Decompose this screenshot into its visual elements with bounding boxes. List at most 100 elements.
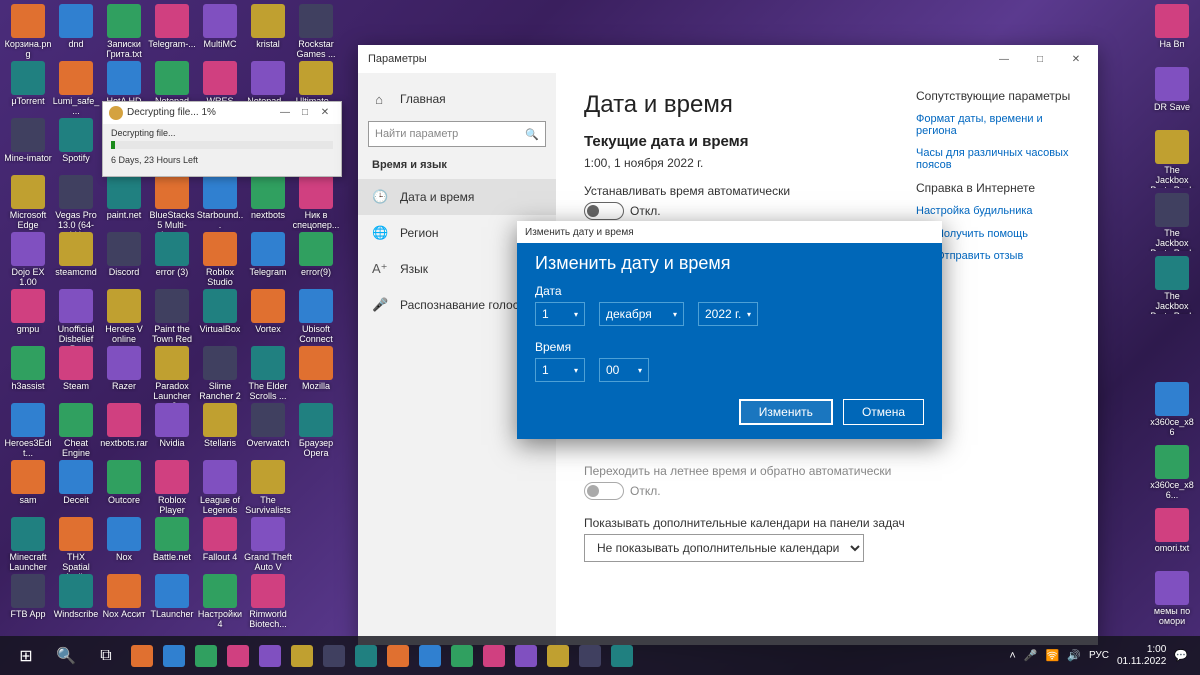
search-button[interactable]: 🔍: [46, 636, 86, 675]
maximize-button[interactable]: □: [295, 102, 315, 124]
desktop-icon[interactable]: Mine-imator: [4, 118, 52, 164]
taskbar-app[interactable]: [318, 636, 350, 675]
close-button[interactable]: ✕: [1058, 45, 1094, 73]
task-view-button[interactable]: ⧉: [86, 636, 126, 675]
tray-language[interactable]: РУС: [1089, 650, 1109, 661]
button-cancel[interactable]: Отмена: [843, 399, 924, 425]
desktop-icon[interactable]: Nox: [100, 517, 148, 563]
desktop-icon[interactable]: kristal: [244, 4, 292, 50]
desktop-icon[interactable]: VirtualBox: [196, 289, 244, 335]
desktop-icon[interactable]: Fallout 4: [196, 517, 244, 563]
settings-titlebar[interactable]: Параметры — □ ✕: [358, 45, 1098, 73]
button-change[interactable]: Изменить: [739, 399, 833, 425]
desktop-icon[interactable]: Nvidia: [148, 403, 196, 449]
desktop-icon[interactable]: Starbound...: [196, 175, 244, 231]
desktop-icon[interactable]: На Вп: [1148, 4, 1196, 50]
desktop-icon[interactable]: Ultimate...: [292, 61, 340, 107]
desktop-icon[interactable]: Heroes3Edit...: [4, 403, 52, 459]
desktop-icon[interactable]: Vegas Pro 13.0 (64-bit): [52, 175, 100, 233]
desktop-icon[interactable]: Windscribe: [52, 574, 100, 620]
desktop-icon[interactable]: Notepad: [148, 61, 196, 107]
taskbar-app[interactable]: [382, 636, 414, 675]
desktop-icon[interactable]: Discord: [100, 232, 148, 278]
desktop-icon[interactable]: Настройки 4: [196, 574, 244, 630]
desktop-icon[interactable]: League of Legends: [196, 460, 244, 516]
desktop-icon[interactable]: paint.net: [100, 175, 148, 221]
start-button[interactable]: ⊞: [6, 636, 46, 675]
link-alarm[interactable]: Настройка будильника: [916, 205, 1076, 217]
desktop-icon[interactable]: The Jackbox Party Pack 6: [1148, 193, 1196, 251]
tray-volume-icon[interactable]: 🔊: [1067, 649, 1081, 662]
desktop-icon[interactable]: Nox Ассит: [100, 574, 148, 620]
taskbar-app[interactable]: [510, 636, 542, 675]
desktop-icon[interactable]: The Jackbox Party Pack 5: [1148, 130, 1196, 188]
desktop-icon[interactable]: error (3): [148, 232, 196, 278]
desktop-icon[interactable]: Paint the Town Red: [148, 289, 196, 345]
desktop-icon[interactable]: Ник в спецопер...: [292, 175, 340, 231]
taskbar-app[interactable]: [286, 636, 318, 675]
desktop-icon[interactable]: Rimworld Biotech...: [244, 574, 292, 630]
desktop-icon[interactable]: dnd: [52, 4, 100, 50]
desktop-icon[interactable]: Outcore: [100, 460, 148, 506]
desktop-icon[interactable]: Telegram-...: [148, 4, 196, 50]
desktop-icon[interactable]: Paradox Launcher v2: [148, 346, 196, 404]
desktop-icon[interactable]: TLauncher: [148, 574, 196, 620]
desktop-icon[interactable]: nextbots: [244, 175, 292, 221]
taskbar-app[interactable]: [542, 636, 574, 675]
desktop-icon[interactable]: Stellaris: [196, 403, 244, 449]
minimize-button[interactable]: —: [275, 102, 295, 124]
tray-network-icon[interactable]: 🛜: [1046, 649, 1060, 662]
select-calendars[interactable]: Не показывать дополнительные календари: [584, 534, 864, 562]
desktop-icon[interactable]: Deceit: [52, 460, 100, 506]
desktop-icon[interactable]: gmpu: [4, 289, 52, 335]
desktop-icon[interactable]: The Elder Scrolls ...: [244, 346, 292, 402]
taskbar-app[interactable]: [350, 636, 382, 675]
desktop-icon[interactable]: Rockstar Games ...: [292, 4, 340, 60]
desktop-icon[interactable]: Steam: [52, 346, 100, 392]
select-day[interactable]: 1▾: [535, 302, 585, 326]
desktop-icon[interactable]: Telegram: [244, 232, 292, 278]
tray-clock[interactable]: 1:00 01.11.2022: [1117, 644, 1166, 668]
taskbar-app[interactable]: [574, 636, 606, 675]
desktop-icon[interactable]: Razer: [100, 346, 148, 392]
taskbar-app[interactable]: [446, 636, 478, 675]
desktop-icon[interactable]: мемы по омори: [1148, 571, 1196, 627]
desktop-icon[interactable]: nextbots.rar: [100, 403, 148, 449]
taskbar-app[interactable]: [254, 636, 286, 675]
desktop-icon[interactable]: Battle.net: [148, 517, 196, 563]
select-year[interactable]: 2022 г.▾: [698, 302, 758, 326]
taskbar-app[interactable]: [606, 636, 638, 675]
tray-notifications-icon[interactable]: 💬: [1174, 649, 1188, 662]
desktop-icon[interactable]: h3assist: [4, 346, 52, 392]
desktop-icon[interactable]: Slime Rancher 2: [196, 346, 244, 402]
dialog-titlebar[interactable]: Изменить дату и время: [517, 221, 942, 243]
desktop-icon[interactable]: Cheat Engine: [52, 403, 100, 459]
desktop-icon[interactable]: Microsoft Edge: [4, 175, 52, 231]
desktop-icon[interactable]: Grand Theft Auto V: [244, 517, 292, 573]
desktop-icon[interactable]: x360ce_x86...: [1148, 445, 1196, 501]
desktop-icon[interactable]: steamcmd: [52, 232, 100, 278]
sidebar-datetime[interactable]: 🕒 Дата и время: [358, 179, 556, 215]
desktop-icon[interactable]: Dojo EX 1.00: [4, 232, 52, 288]
desktop-icon[interactable]: FTB App: [4, 574, 52, 620]
desktop-icon[interactable]: Heroes V online: [100, 289, 148, 345]
desktop-icon[interactable]: Vortex: [244, 289, 292, 335]
desktop-icon[interactable]: Overwatch: [244, 403, 292, 449]
desktop-icon[interactable]: sam: [4, 460, 52, 506]
link-clocks[interactable]: Часы для различных часовых поясов: [916, 147, 1076, 171]
select-hour[interactable]: 1▾: [535, 358, 585, 382]
desktop-icon[interactable]: μTorrent: [4, 61, 52, 107]
maximize-button[interactable]: □: [1022, 45, 1058, 73]
close-button[interactable]: ✕: [315, 102, 335, 124]
desktop-icon[interactable]: Roblox Studio: [196, 232, 244, 288]
desktop-icon[interactable]: DR Save: [1148, 67, 1196, 113]
taskbar-app[interactable]: [126, 636, 158, 675]
desktop-icon[interactable]: Браузер Opera: [292, 403, 340, 459]
desktop-icon[interactable]: omori.txt: [1148, 508, 1196, 554]
taskbar-app[interactable]: [414, 636, 446, 675]
desktop-icon[interactable]: Mozilla: [292, 346, 340, 392]
desktop-icon[interactable]: error(9): [292, 232, 340, 278]
desktop-icon[interactable]: Unofficial Disbelief P...: [52, 289, 100, 347]
taskbar-app[interactable]: [478, 636, 510, 675]
desktop-icon[interactable]: Roblox Player: [148, 460, 196, 516]
